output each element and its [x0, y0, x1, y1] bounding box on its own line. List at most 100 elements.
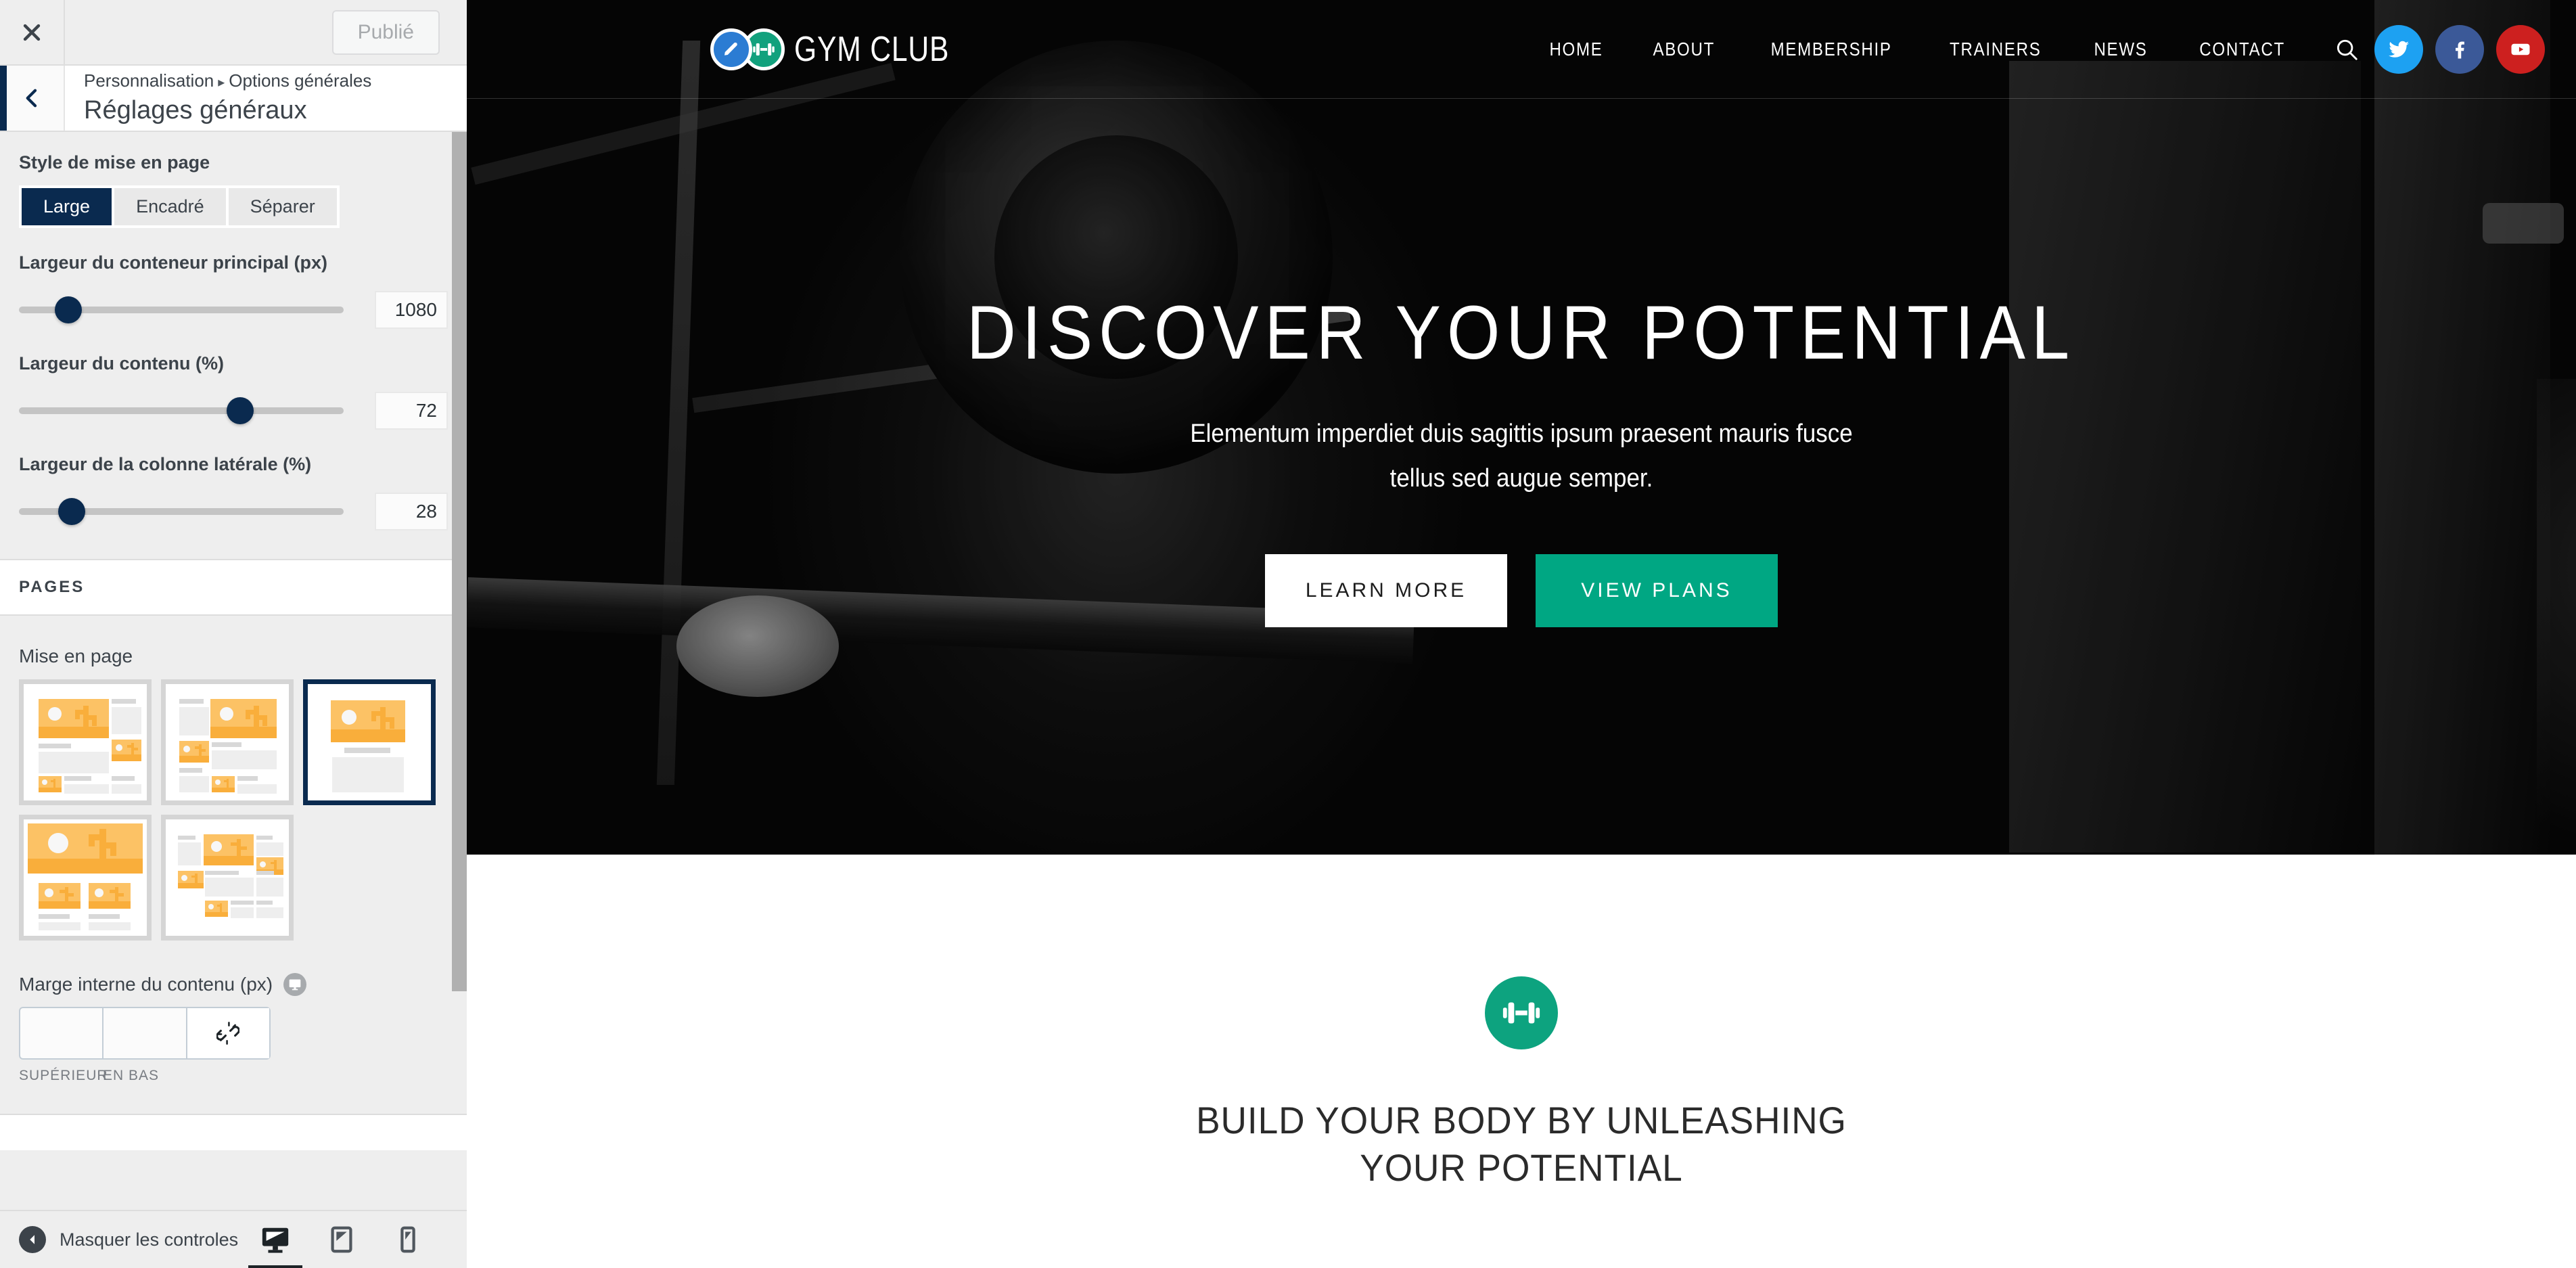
sun-shape	[183, 746, 190, 752]
pages-section-header[interactable]: PAGES	[0, 559, 467, 616]
dumbbell-glyph	[1502, 1002, 1540, 1024]
text-bar	[179, 699, 204, 704]
text-block	[39, 922, 80, 930]
sidebar-width-slider[interactable]	[19, 498, 344, 525]
text-bar	[39, 914, 70, 919]
text-bar	[256, 901, 273, 905]
active-device-indicator	[248, 1265, 302, 1268]
padding-top-input[interactable]	[20, 1008, 103, 1058]
text-block	[231, 907, 254, 918]
youtube-icon[interactable]	[2496, 24, 2545, 74]
breadcrumb-current: Options générales	[229, 70, 372, 91]
cactus-shape	[109, 887, 124, 902]
back-button[interactable]	[0, 66, 65, 131]
device-desktop-button[interactable]	[248, 1224, 302, 1268]
sun-shape	[45, 888, 53, 897]
container-width-value[interactable]: 1080	[375, 291, 448, 329]
text-block	[89, 922, 131, 930]
twitter-icon[interactable]	[2374, 24, 2423, 74]
page-layout-label: Mise en page	[19, 646, 133, 666]
section-dumbbell-icon	[1485, 976, 1558, 1049]
breadcrumb-parent[interactable]: Personnalisation	[84, 70, 214, 91]
padding-bottom-cell[interactable]	[104, 1008, 187, 1058]
content-padding-sublabels: SUPÉRIEUR EN BAS	[19, 1068, 448, 1084]
device-tablet-button[interactable]	[326, 1224, 357, 1255]
container-width-slider[interactable]	[19, 296, 344, 323]
page-layout-option-2[interactable]	[161, 679, 294, 805]
padding-top-cell[interactable]	[20, 1008, 104, 1058]
content-padding-header: Marge interne du contenu (px)	[19, 973, 448, 996]
content-padding-inputs	[19, 1007, 271, 1060]
page-layout-option-4[interactable]	[19, 815, 152, 941]
padding-bottom-input[interactable]	[104, 1008, 186, 1058]
image-placeholder	[28, 823, 143, 874]
text-bar	[237, 776, 258, 781]
image-placeholder	[39, 883, 80, 909]
facebook-icon[interactable]	[2435, 24, 2484, 74]
content-width-slider[interactable]	[19, 397, 344, 424]
cactus-shape	[191, 874, 202, 884]
text-bar	[64, 776, 91, 781]
next-section-divider	[0, 1114, 467, 1150]
text-bar	[178, 836, 196, 840]
nav-item-membership[interactable]: MEMBERSHIP	[1753, 39, 1910, 60]
nav-item-trainers[interactable]: TRAINERS	[1932, 39, 2058, 60]
text-bar	[112, 776, 135, 781]
content-padding-control: Marge interne du contenu (px) SUPÉRIEUR …	[0, 941, 467, 1084]
padding-link-toggle[interactable]	[187, 1008, 269, 1058]
desktop-icon[interactable]	[283, 973, 307, 996]
close-customizer-button[interactable]	[0, 0, 65, 64]
hero-section: GYM CLUB HOME ABOUT MEMBERSHIP TRAINERS …	[467, 0, 2576, 855]
sun-shape	[48, 707, 62, 721]
layout-style-option-encadre[interactable]: Encadré	[114, 188, 226, 225]
sidebar-scrollbar[interactable]	[452, 132, 467, 991]
pencil-edit-icon[interactable]	[710, 28, 752, 70]
image-placeholder	[212, 776, 235, 792]
device-mobile-button[interactable]	[392, 1224, 423, 1255]
content-width-value[interactable]: 72	[375, 392, 448, 430]
image-placeholder	[112, 740, 141, 761]
page-layout-option-3[interactable]	[303, 679, 436, 805]
nav-item-contact[interactable]: CONTACT	[2182, 39, 2302, 60]
unlink-icon	[216, 1022, 240, 1045]
text-bar	[212, 742, 242, 747]
page-layout-option-1[interactable]	[19, 679, 152, 805]
cactus-shape	[74, 706, 98, 729]
customizer-app: Publié Personnalisation ▸ Options générale…	[0, 0, 2576, 1268]
slider-thumb[interactable]	[54, 296, 82, 323]
image-placeholder	[39, 699, 109, 738]
pencil-edit-glyph	[724, 42, 737, 55]
cactus-shape	[229, 839, 248, 857]
sidebar-width-label: Largeur de la colonne latérale (%)	[19, 454, 312, 474]
chevron-left-icon	[26, 89, 37, 108]
sidebar-width-value[interactable]: 28	[375, 493, 448, 530]
desktop-icon	[262, 1227, 289, 1253]
slider-thumb[interactable]	[227, 397, 254, 424]
content-width-control: Largeur du contenu (%) 72	[0, 353, 467, 430]
learn-more-button[interactable]: LEARN MORE	[1265, 553, 1507, 627]
search-icon[interactable]	[2334, 37, 2360, 62]
layout-style-label: Style de mise en page	[19, 152, 210, 173]
text-block	[332, 757, 404, 792]
nav-item-about[interactable]: ABOUT	[1636, 39, 1732, 60]
section-text: Suspendisse potenti nunc feugiat mi a te…	[1130, 1259, 1914, 1268]
slider-thumb[interactable]	[58, 498, 85, 525]
dumbbell-glyph	[753, 43, 775, 55]
sun-shape	[181, 875, 187, 881]
hide-controls-button[interactable]: Masquer les controles	[19, 1226, 238, 1253]
nav-item-home[interactable]: HOME	[1532, 39, 1621, 60]
layout-style-option-separer[interactable]: Séparer	[228, 188, 337, 225]
text-block	[256, 842, 283, 856]
sun-shape	[260, 861, 266, 867]
sun-shape	[42, 779, 47, 785]
text-block	[205, 878, 254, 897]
view-plans-button[interactable]: VIEW PLANS	[1536, 553, 1778, 627]
publish-button[interactable]: Publié	[331, 9, 440, 55]
site-preview: GYM CLUB HOME ABOUT MEMBERSHIP TRAINERS …	[467, 0, 2576, 1268]
site-brand[interactable]: GYM CLUB	[710, 28, 984, 70]
page-layout-option-5[interactable]	[161, 815, 294, 941]
nav-item-news[interactable]: NEWS	[2076, 39, 2165, 60]
page-layout-control: Mise en page	[0, 616, 467, 941]
breadcrumb: Personnalisation ▸ Options générales	[84, 69, 467, 93]
layout-style-option-large[interactable]: Large	[22, 188, 112, 225]
